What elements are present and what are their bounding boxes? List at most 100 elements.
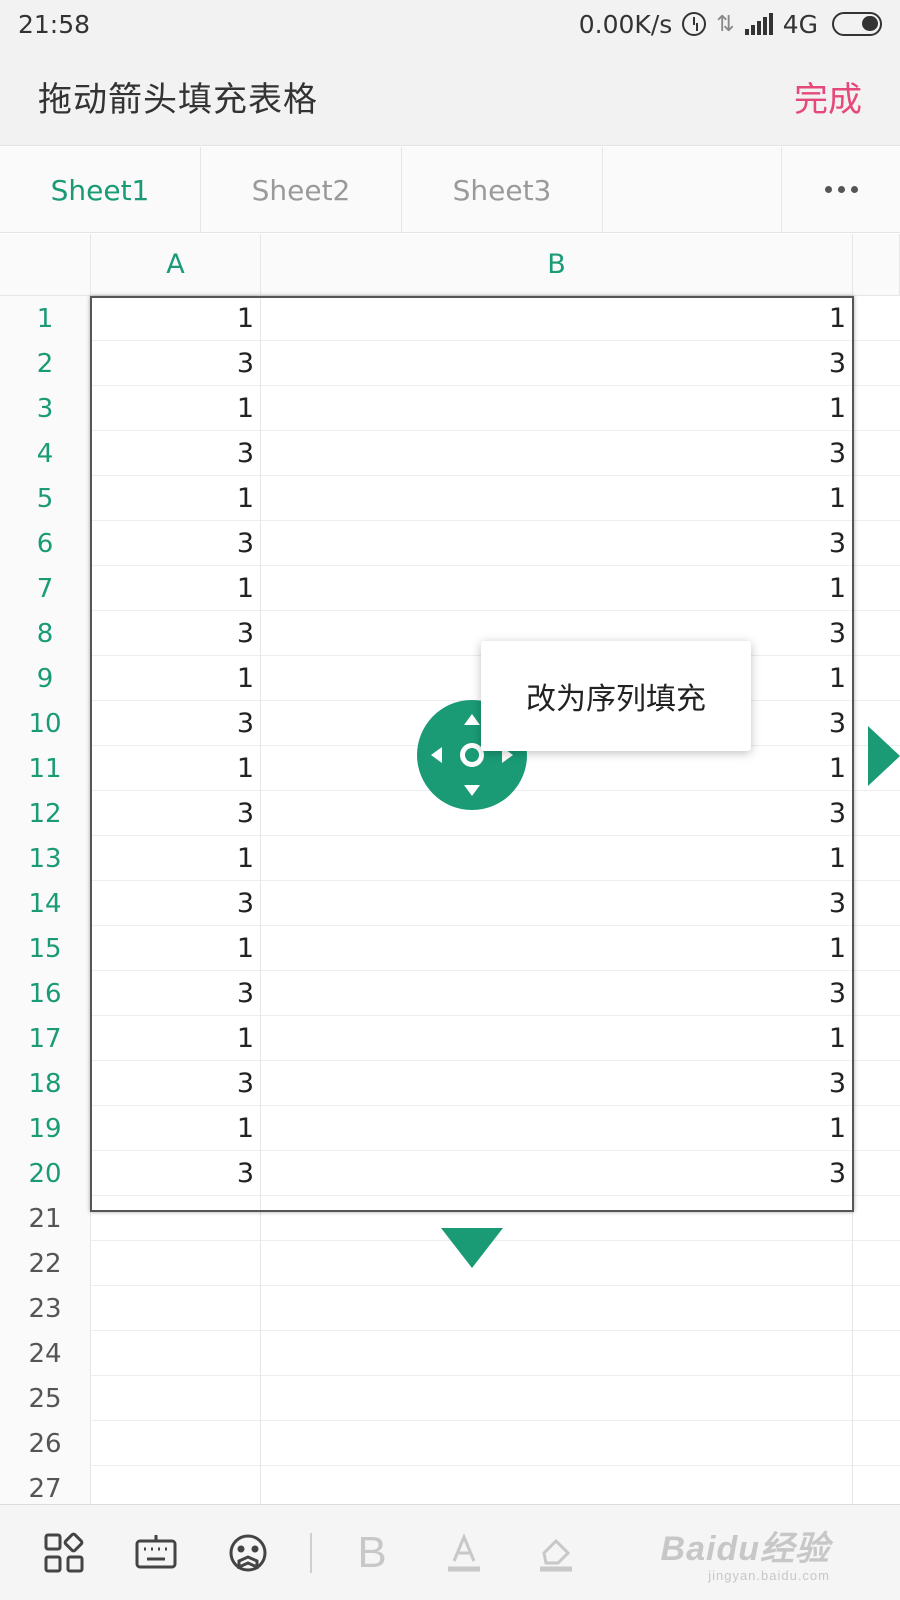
spreadsheet-grid[interactable]: A B 1 1 1 2 3 3 3 1 1 4 3 3 5 1 1 6 3 3 7 1 1 8 3 3 9 1 1 10 3 3 11 1 1 1…	[0, 234, 900, 1504]
row-header[interactable]: 13	[0, 836, 91, 881]
row-header[interactable]: 7	[0, 566, 91, 611]
row-header[interactable]: 6	[0, 521, 91, 566]
cell-a[interactable]: 3	[91, 791, 261, 836]
series-fill-option[interactable]: 改为序列填充	[481, 641, 751, 751]
bold-icon[interactable]: B	[342, 1523, 402, 1583]
cell-c[interactable]	[853, 566, 900, 611]
cell-c[interactable]	[853, 1061, 900, 1106]
fill-down-arrow-icon[interactable]	[441, 1228, 503, 1268]
cell-a[interactable]: 1	[91, 746, 261, 791]
row-header[interactable]: 12	[0, 791, 91, 836]
cell-a[interactable]	[91, 1421, 261, 1466]
cell-a[interactable]: 1	[91, 566, 261, 611]
cell-b[interactable]	[261, 1196, 853, 1241]
fill-color-icon[interactable]	[526, 1523, 586, 1583]
row-header[interactable]: 25	[0, 1376, 91, 1421]
cell-b[interactable]: 1	[261, 386, 853, 431]
row-header[interactable]: 16	[0, 971, 91, 1016]
row-header[interactable]: 3	[0, 386, 91, 431]
row-header[interactable]: 1	[0, 296, 91, 341]
cell-a[interactable]	[91, 1466, 261, 1504]
cell-a[interactable]: 3	[91, 521, 261, 566]
row-header[interactable]: 24	[0, 1331, 91, 1376]
cell-a[interactable]: 3	[91, 881, 261, 926]
cell-a[interactable]: 3	[91, 431, 261, 476]
more-dots-icon[interactable]	[782, 147, 900, 232]
cell-a[interactable]	[91, 1241, 261, 1286]
cell-c[interactable]	[853, 1241, 900, 1286]
cell-c[interactable]	[853, 341, 900, 386]
tab-sheet2[interactable]: Sheet2	[201, 147, 402, 233]
cell-c[interactable]	[853, 881, 900, 926]
row-header[interactable]: 21	[0, 1196, 91, 1241]
cell-a[interactable]: 1	[91, 656, 261, 701]
cell-b[interactable]: 3	[261, 971, 853, 1016]
cell-b[interactable]: 3	[261, 1151, 853, 1196]
cell-a[interactable]: 1	[91, 926, 261, 971]
row-header[interactable]: 26	[0, 1421, 91, 1466]
grid-corner[interactable]	[0, 234, 91, 296]
cell-b[interactable]	[261, 1331, 853, 1376]
done-button[interactable]: 完成	[794, 72, 862, 121]
cell-a[interactable]: 3	[91, 971, 261, 1016]
cell-b[interactable]	[261, 1376, 853, 1421]
row-header[interactable]: 10	[0, 701, 91, 746]
cell-c[interactable]	[853, 1331, 900, 1376]
row-header[interactable]: 4	[0, 431, 91, 476]
cell-b[interactable]	[261, 1241, 853, 1286]
row-header[interactable]: 19	[0, 1106, 91, 1151]
cell-c[interactable]	[853, 926, 900, 971]
cell-c[interactable]	[853, 1421, 900, 1466]
cell-b[interactable]: 1	[261, 476, 853, 521]
row-header[interactable]: 14	[0, 881, 91, 926]
cell-a[interactable]: 1	[91, 1106, 261, 1151]
row-header[interactable]: 15	[0, 926, 91, 971]
font-color-icon[interactable]	[434, 1523, 494, 1583]
row-header[interactable]: 20	[0, 1151, 91, 1196]
cell-b[interactable]: 1	[261, 1016, 853, 1061]
cell-b[interactable]: 1	[261, 926, 853, 971]
cell-c[interactable]	[853, 791, 900, 836]
cell-a[interactable]: 1	[91, 476, 261, 521]
cell-b[interactable]	[261, 1466, 853, 1504]
row-header[interactable]: 5	[0, 476, 91, 521]
cell-b[interactable]: 3	[261, 881, 853, 926]
cell-b[interactable]	[261, 1286, 853, 1331]
tab-sheet3[interactable]: Sheet3	[402, 147, 603, 233]
cell-c[interactable]	[853, 296, 900, 341]
cell-b[interactable]: 3	[261, 1061, 853, 1106]
row-header[interactable]: 18	[0, 1061, 91, 1106]
cell-a[interactable]	[91, 1331, 261, 1376]
cell-c[interactable]	[853, 611, 900, 656]
row-header[interactable]: 27	[0, 1466, 91, 1504]
apps-grid-icon[interactable]	[34, 1523, 94, 1583]
cell-b[interactable]: 1	[261, 746, 853, 791]
cell-b[interactable]: 1	[261, 836, 853, 881]
cell-b[interactable]: 3	[261, 341, 853, 386]
cell-c[interactable]	[853, 521, 900, 566]
cell-b[interactable]: 1	[261, 1106, 853, 1151]
cell-a[interactable]: 3	[91, 611, 261, 656]
cell-c[interactable]	[853, 1106, 900, 1151]
row-header[interactable]: 11	[0, 746, 91, 791]
cell-b[interactable]: 3	[261, 431, 853, 476]
cell-b[interactable]	[261, 1421, 853, 1466]
cell-c[interactable]	[853, 1151, 900, 1196]
column-header-c[interactable]	[853, 234, 900, 296]
cell-a[interactable]: 1	[91, 836, 261, 881]
cell-c[interactable]	[853, 386, 900, 431]
cell-b[interactable]: 1	[261, 296, 853, 341]
cell-a[interactable]: 1	[91, 386, 261, 431]
cell-c[interactable]	[853, 476, 900, 521]
emoji-icon[interactable]	[218, 1523, 278, 1583]
cell-b[interactable]: 3	[261, 521, 853, 566]
cell-c[interactable]	[853, 1286, 900, 1331]
cell-c[interactable]	[853, 1016, 900, 1061]
cell-c[interactable]	[853, 1466, 900, 1504]
cell-a[interactable]: 3	[91, 1151, 261, 1196]
cell-b[interactable]: 1	[261, 566, 853, 611]
cell-a[interactable]: 3	[91, 341, 261, 386]
cell-c[interactable]	[853, 656, 900, 701]
row-header[interactable]: 22	[0, 1241, 91, 1286]
tab-sheet1[interactable]: Sheet1	[0, 147, 201, 233]
